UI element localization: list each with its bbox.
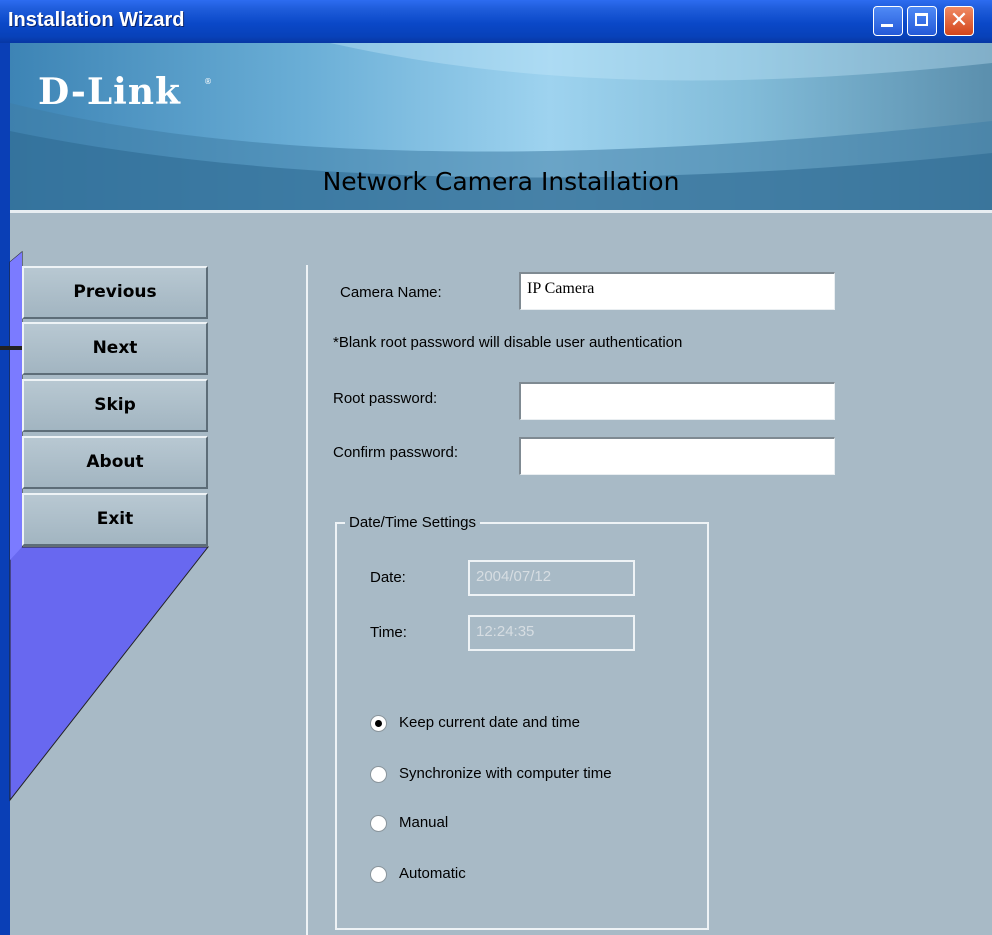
skip-button[interactable]: Skip	[22, 379, 208, 432]
minimize-icon	[881, 24, 893, 27]
time-label: Time:	[370, 624, 407, 641]
close-button[interactable]: ✕	[944, 6, 974, 36]
date-input[interactable]: 2004/07/12	[468, 560, 635, 596]
datetime-legend: Date/Time Settings	[345, 514, 480, 531]
password-note: *Blank root password will disable user a…	[333, 334, 683, 351]
confirm-password-input[interactable]	[519, 437, 835, 475]
content-divider	[306, 265, 308, 935]
about-button[interactable]: About	[22, 436, 208, 489]
previous-button[interactable]: Previous	[22, 266, 208, 319]
radio-keep-current-label[interactable]: Keep current date and time	[399, 714, 580, 731]
maximize-button[interactable]	[907, 6, 937, 36]
radio-manual-label[interactable]: Manual	[399, 814, 448, 831]
radio-keep-current[interactable]	[370, 715, 387, 732]
radio-sync-computer-label[interactable]: Synchronize with computer time	[399, 765, 612, 782]
date-label: Date:	[370, 569, 406, 586]
confirm-password-label: Confirm password:	[333, 444, 459, 461]
root-password-input[interactable]	[519, 382, 835, 420]
radio-automatic-label[interactable]: Automatic	[399, 865, 466, 882]
time-input[interactable]: 12:24:35	[468, 615, 635, 651]
root-password-label: Root password:	[333, 390, 438, 407]
exit-button[interactable]: Exit	[22, 493, 208, 546]
radio-automatic[interactable]	[370, 866, 387, 883]
camera-name-label: Camera Name:	[340, 284, 442, 301]
next-button[interactable]: Next	[22, 322, 208, 375]
camera-name-input[interactable]: IP Camera	[519, 272, 835, 310]
installation-wizard-window: Installation Wizard ✕ D-Link ® Network C…	[0, 0, 992, 935]
radio-manual[interactable]	[370, 815, 387, 832]
radio-sync-computer[interactable]	[370, 766, 387, 783]
close-icon: ✕	[949, 8, 969, 33]
maximize-icon	[915, 13, 928, 26]
minimize-button[interactable]	[873, 6, 903, 36]
